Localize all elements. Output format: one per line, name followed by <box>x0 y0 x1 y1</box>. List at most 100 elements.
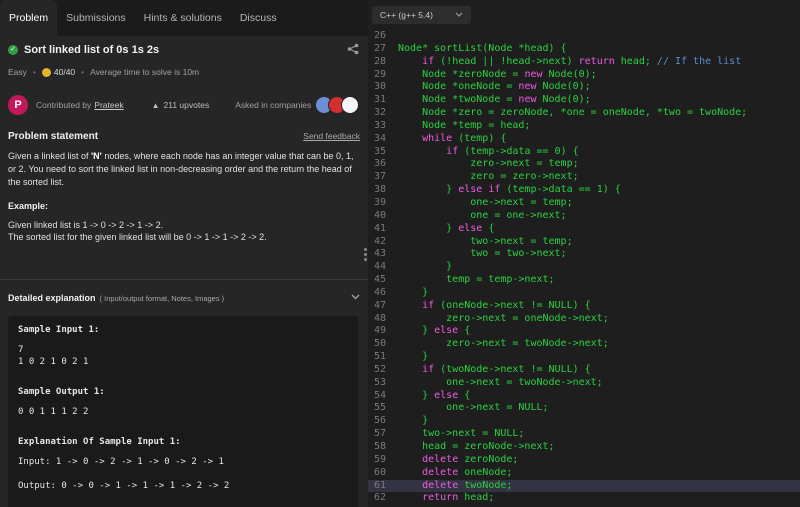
language-bar: C++ (g++ 5.4) <box>368 0 800 30</box>
line-number: 50 <box>373 338 386 350</box>
example-heading: Example: <box>8 201 49 211</box>
line-number: 56 <box>373 415 386 427</box>
tab-hints-solutions[interactable]: Hints & solutions <box>135 0 231 36</box>
language-label: C++ (g++ 5.4) <box>380 10 433 20</box>
separator: • <box>81 67 85 77</box>
detail-heading: Detailed explanation <box>8 293 96 303</box>
code-text: temp = temp->next; <box>398 274 555 286</box>
code-line[interactable]: 41 } else { <box>368 223 800 236</box>
code-line[interactable]: 54 } else { <box>368 390 800 403</box>
code-line[interactable]: 48 zero->next = oneNode->next; <box>368 313 800 326</box>
code-text: } <box>398 415 429 427</box>
code-text: } <box>398 351 429 363</box>
code-line[interactable]: 26 <box>368 30 800 43</box>
line-number: 60 <box>373 466 386 478</box>
code-line[interactable]: 60 delete oneNode; <box>368 467 800 480</box>
line-number: 35 <box>373 145 386 157</box>
code-text: } else { <box>398 222 495 234</box>
code-line[interactable]: 28 if (!head || !head->next) return head… <box>368 56 800 69</box>
sample-input-line: 1 0 2 1 0 2 1 <box>18 357 89 367</box>
code-line[interactable]: 37 zero = zero->next; <box>368 171 800 184</box>
upvote-button[interactable]: ▲ 211 upvotes <box>152 100 210 110</box>
code-text: two->next = NULL; <box>398 428 525 440</box>
line-number: 61 <box>373 479 386 491</box>
line-number: 26 <box>373 30 386 41</box>
code-text: zero->next = twoNode->next; <box>398 338 609 350</box>
contributed-label: Contributed by <box>36 100 92 110</box>
tab-submissions[interactable]: Submissions <box>57 0 135 36</box>
code-text: if (temp->data == 0) { <box>446 145 579 157</box>
code-line[interactable]: 43 two = two->next; <box>368 248 800 261</box>
code-area[interactable]: 26 27 Node* sortList(Node *head) {28 if (!… <box>368 30 800 505</box>
line-number: 37 <box>373 171 386 183</box>
upvote-count: 211 upvotes <box>163 100 210 110</box>
code-line[interactable]: 51 } <box>368 351 800 364</box>
code-line[interactable]: 27 Node* sortList(Node *head) { <box>368 43 800 56</box>
coin-icon <box>41 67 51 77</box>
code-line[interactable]: 57 two->next = NULL; <box>368 428 800 441</box>
detailed-explanation-toggle[interactable]: Detailed explanation( Input/output forma… <box>0 284 368 310</box>
code-line[interactable]: 49 } else { <box>368 325 800 338</box>
share-icon[interactable] <box>346 43 360 57</box>
code-line[interactable]: 53 one->next = twoNode->next; <box>368 377 800 390</box>
code-line[interactable]: 46 } <box>368 287 800 300</box>
code-line[interactable]: 33 Node *temp = head; <box>368 120 800 133</box>
statement-text: Given a linked list of <box>8 151 92 161</box>
problem-title-row: ✓ Sort linked list of 0s 1s 2s <box>0 38 368 62</box>
line-number: 40 <box>373 209 386 221</box>
code-line[interactable]: 59 delete zeroNode; <box>368 454 800 467</box>
code-line[interactable]: 42 two->next = temp; <box>368 236 800 249</box>
code-text: } <box>398 261 453 273</box>
code-line[interactable]: 39 one->next = temp; <box>368 197 800 210</box>
statement-header: Problem statement Send feedback <box>0 126 368 146</box>
line-number: 33 <box>373 119 386 131</box>
code-text: return head; <box>422 492 495 504</box>
line-number: 51 <box>373 351 386 363</box>
sample-input-heading: Sample Input 1: <box>18 325 100 335</box>
line-number: 34 <box>373 132 386 144</box>
code-line[interactable]: 40 one = one->next; <box>368 210 800 223</box>
language-select[interactable]: C++ (g++ 5.4) <box>372 6 471 24</box>
code-line[interactable]: 61 delete twoNode; <box>368 479 800 493</box>
code-line[interactable]: 36 zero->next = temp; <box>368 158 800 171</box>
statement-heading: Problem statement <box>8 130 99 142</box>
code-line[interactable]: 44 } <box>368 261 800 274</box>
code-line[interactable]: 32 Node *zero = zeroNode, *one = oneNode… <box>368 107 800 120</box>
code-text: } <box>398 286 429 298</box>
line-number: 32 <box>373 107 386 119</box>
code-line[interactable]: 30 Node *oneNode = new Node(0); <box>368 81 800 94</box>
code-line[interactable]: 35 if (temp->data == 0) { <box>368 146 800 159</box>
code-line[interactable]: 58 head = zeroNode->next; <box>368 441 800 454</box>
code-text: two->next = temp; <box>398 235 573 247</box>
code-editor-panel: C++ (g++ 5.4) 26 27 Node* sortList(Node *h… <box>368 0 800 507</box>
tab-problem[interactable]: Problem <box>0 0 58 36</box>
code-line[interactable]: 31 Node *twoNode = new Node(0); <box>368 94 800 107</box>
company-logos[interactable] <box>315 96 360 114</box>
author-link[interactable]: Prateek <box>94 100 123 110</box>
code-line[interactable]: 56 } <box>368 415 800 428</box>
code-line[interactable]: 45 temp = temp->next; <box>368 274 800 287</box>
code-line[interactable]: 62 return head; <box>368 492 800 505</box>
send-feedback-link[interactable]: Send feedback <box>303 131 360 141</box>
line-number: 43 <box>373 248 386 260</box>
contributor-row: P Contributed by Prateek ▲ 211 upvotes A… <box>0 90 368 120</box>
check-circle-icon: ✓ <box>8 45 18 55</box>
code-text: two = two->next; <box>398 248 567 260</box>
code-line[interactable]: 52 if (twoNode->next != NULL) { <box>368 364 800 377</box>
code-line[interactable]: 38 } else if (temp->data == 1) { <box>368 184 800 197</box>
code-line[interactable]: 47 if (oneNode->next != NULL) { <box>368 300 800 313</box>
code-line[interactable]: 50 zero->next = twoNode->next; <box>368 338 800 351</box>
code-line[interactable]: 29 Node *zeroNode = new Node(0); <box>368 69 800 82</box>
chevron-down-icon <box>351 292 360 302</box>
code-text: Node* sortList(Node *head) { <box>398 42 567 54</box>
code-text: zero = zero->next; <box>398 171 579 183</box>
tab-discuss[interactable]: Discuss <box>231 0 286 36</box>
separator: • <box>32 67 36 77</box>
line-number: 59 <box>373 453 386 465</box>
sample-output-line: 0 0 1 1 1 2 2 <box>18 407 89 417</box>
problem-title: Sort linked list of 0s 1s 2s <box>24 44 160 56</box>
code-line[interactable]: 34 while (temp) { <box>368 133 800 146</box>
code-line[interactable]: 55 one->next = NULL; <box>368 402 800 415</box>
detail-subheading: ( Input/output format, Notes, Images ) <box>99 294 225 303</box>
